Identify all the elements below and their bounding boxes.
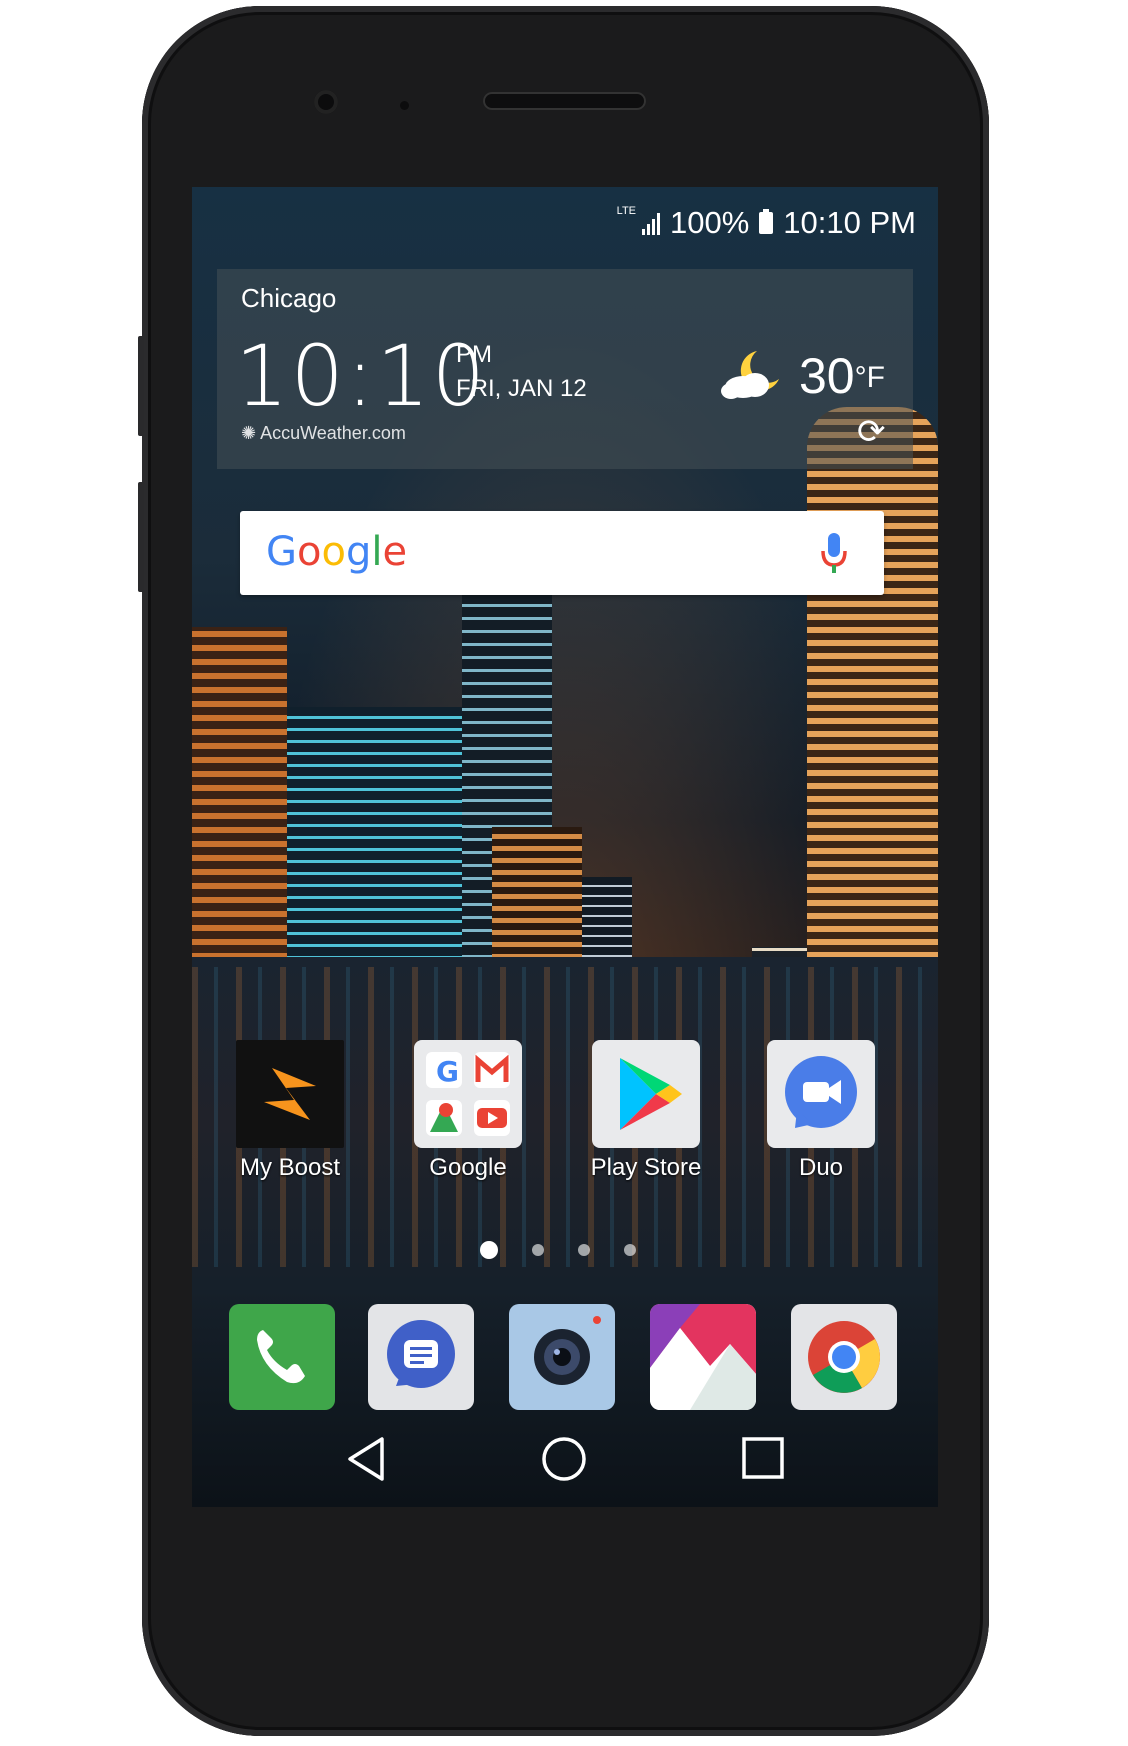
side-button-lower [138, 482, 144, 592]
back-icon[interactable] [344, 1435, 388, 1488]
battery-percent: 100% [670, 205, 750, 240]
widget-clock-ampm: PM [456, 341, 492, 368]
play-store-icon[interactable] [592, 1040, 700, 1148]
status-bar: LTE 100% 10:10 PM [192, 201, 938, 245]
app-label-duo: Duo [798, 1154, 844, 1181]
svg-text:G: G [436, 1055, 459, 1088]
network-type: LTE [616, 205, 636, 217]
google-folder-icon[interactable]: G [414, 1040, 522, 1148]
proximity-sensor [400, 101, 409, 110]
app-google[interactable]: G Google [403, 1040, 533, 1182]
sun-icon: ✺ [241, 423, 257, 443]
navigation-bar [192, 1427, 938, 1507]
battery-icon [759, 209, 774, 234]
app-label-my-boost: My Boost [239, 1154, 341, 1181]
weather-city: Chicago [241, 283, 337, 313]
weather-temperature: 30°F [799, 347, 885, 405]
messages-icon[interactable] [368, 1304, 474, 1410]
weather-provider-label: AccuWeather.com [260, 423, 406, 443]
page-dot[interactable] [532, 1244, 544, 1256]
app-label-google: Google [429, 1154, 507, 1181]
recents-icon[interactable] [740, 1435, 786, 1486]
status-time: 10:10 PM [783, 205, 916, 240]
google-search-bar[interactable]: Google [240, 511, 884, 595]
weather-clock-widget[interactable]: Chicago 10:10 PM FRI, JAN 12 ✺ AccuWeath… [217, 269, 913, 469]
camera-icon[interactable] [509, 1304, 615, 1410]
boost-icon[interactable] [236, 1040, 344, 1148]
side-button-upper [138, 336, 144, 436]
temperature-unit: °F [854, 361, 885, 394]
gallery-icon[interactable] [650, 1304, 756, 1410]
app-label-play-store: Play Store [590, 1154, 702, 1181]
front-camera [314, 90, 338, 114]
earpiece-speaker [483, 92, 646, 110]
app-my-boost[interactable]: My Boost [225, 1040, 355, 1182]
widget-clock-time[interactable]: 10:10 [235, 327, 487, 425]
dock [192, 1304, 938, 1414]
refresh-icon[interactable]: ⟳ [857, 415, 886, 449]
duo-icon[interactable] [767, 1040, 875, 1148]
page-dot[interactable] [624, 1244, 636, 1256]
temperature-value: 30 [799, 348, 855, 404]
phone-icon[interactable] [229, 1304, 335, 1410]
signal-icon [642, 211, 660, 235]
chrome-icon[interactable] [791, 1304, 897, 1410]
weather-provider: ✺ AccuWeather.com [241, 423, 406, 444]
page-dot[interactable] [578, 1244, 590, 1256]
app-grid: My Boost G Google Play Store Duo [192, 1040, 938, 1190]
page-dot[interactable] [480, 1241, 498, 1259]
partly-cloudy-night-icon [717, 345, 787, 410]
home-screen: LTE 100% 10:10 PM Chicago 10:10 PM FRI, … [192, 187, 938, 1507]
app-duo[interactable]: Duo [756, 1040, 886, 1182]
widget-date: FRI, JAN 12 [456, 375, 587, 402]
home-icon[interactable] [540, 1435, 588, 1488]
page-indicator[interactable] [480, 1241, 636, 1259]
mic-icon[interactable] [820, 531, 848, 580]
app-play-store[interactable]: Play Store [581, 1040, 711, 1182]
google-logo: Google [266, 529, 408, 575]
